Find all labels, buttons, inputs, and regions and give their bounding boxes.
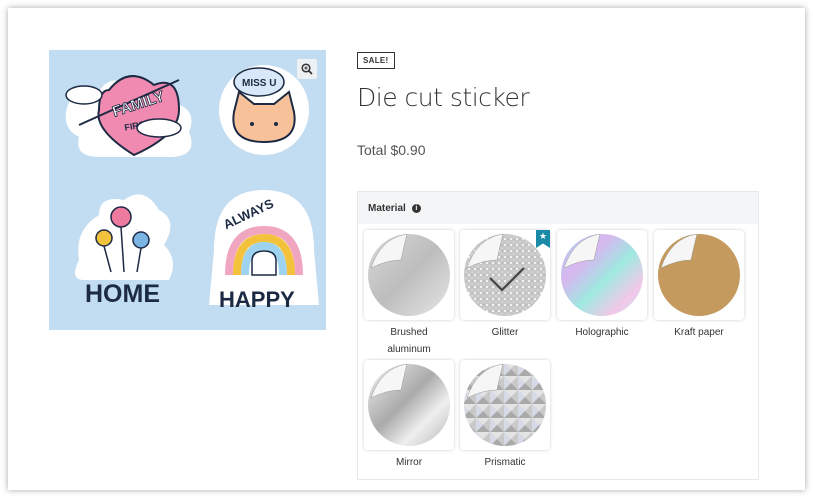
- prismatic-swatch-image: [464, 363, 546, 446]
- product-title: Die cut sticker: [357, 83, 530, 112]
- home-flowers-sticker: HOME: [75, 194, 173, 308]
- product-summary: SALE! Die cut sticker Total $0.90 Materi…: [357, 50, 759, 480]
- mirror-swatch-image: [368, 363, 450, 446]
- sticker-sheet-illustration: FAMILY FIRST MISS U HOME A: [65, 65, 319, 312]
- material-header: Material i: [358, 192, 758, 224]
- swatch-label: Prismatic: [484, 457, 526, 468]
- holographic-swatch-image: [561, 233, 643, 316]
- swatch-glitter[interactable]: ★ Glitter: [460, 230, 550, 341]
- home-text: HOME: [85, 280, 160, 308]
- swatch-label: Brushed aluminum: [387, 327, 431, 355]
- zoom-in-icon: [301, 63, 313, 75]
- info-icon[interactable]: i: [411, 203, 421, 213]
- swatch-kraft-paper[interactable]: Kraft paper: [654, 230, 744, 341]
- material-options-panel: Material i Brushed aluminum ★ Glitter Ho…: [357, 191, 759, 480]
- material-label: Material: [368, 202, 406, 214]
- kraft-paper-swatch-image: [658, 233, 740, 316]
- product-image[interactable]: FAMILY FIRST MISS U HOME A: [49, 50, 326, 330]
- miss-u-cat-sticker: MISS U: [219, 65, 309, 155]
- swatch-label: Kraft paper: [674, 327, 724, 338]
- swatch-prismatic[interactable]: Prismatic: [460, 360, 550, 471]
- swatch-holographic[interactable]: Holographic: [557, 230, 647, 341]
- swatch-mirror[interactable]: Mirror: [364, 360, 454, 471]
- zoom-button[interactable]: [297, 59, 317, 79]
- swatch-brushed-aluminum[interactable]: Brushed aluminum: [364, 230, 454, 358]
- always-happy-sticker: ALWAYS HAPPY: [209, 190, 319, 312]
- brushed-aluminum-swatch-image: [368, 233, 450, 316]
- product-total: Total $0.90: [357, 142, 426, 158]
- swatch-label: Glitter: [491, 327, 519, 338]
- swatch-label: Mirror: [395, 457, 423, 468]
- happy-text: HAPPY: [219, 287, 295, 312]
- family-first-sticker: FAMILY FIRST: [65, 75, 192, 157]
- glitter-swatch-image: [464, 233, 546, 316]
- sale-badge: SALE!: [357, 52, 395, 69]
- swatch-label: Holographic: [575, 327, 629, 338]
- miss-u-text: MISS U: [242, 78, 276, 89]
